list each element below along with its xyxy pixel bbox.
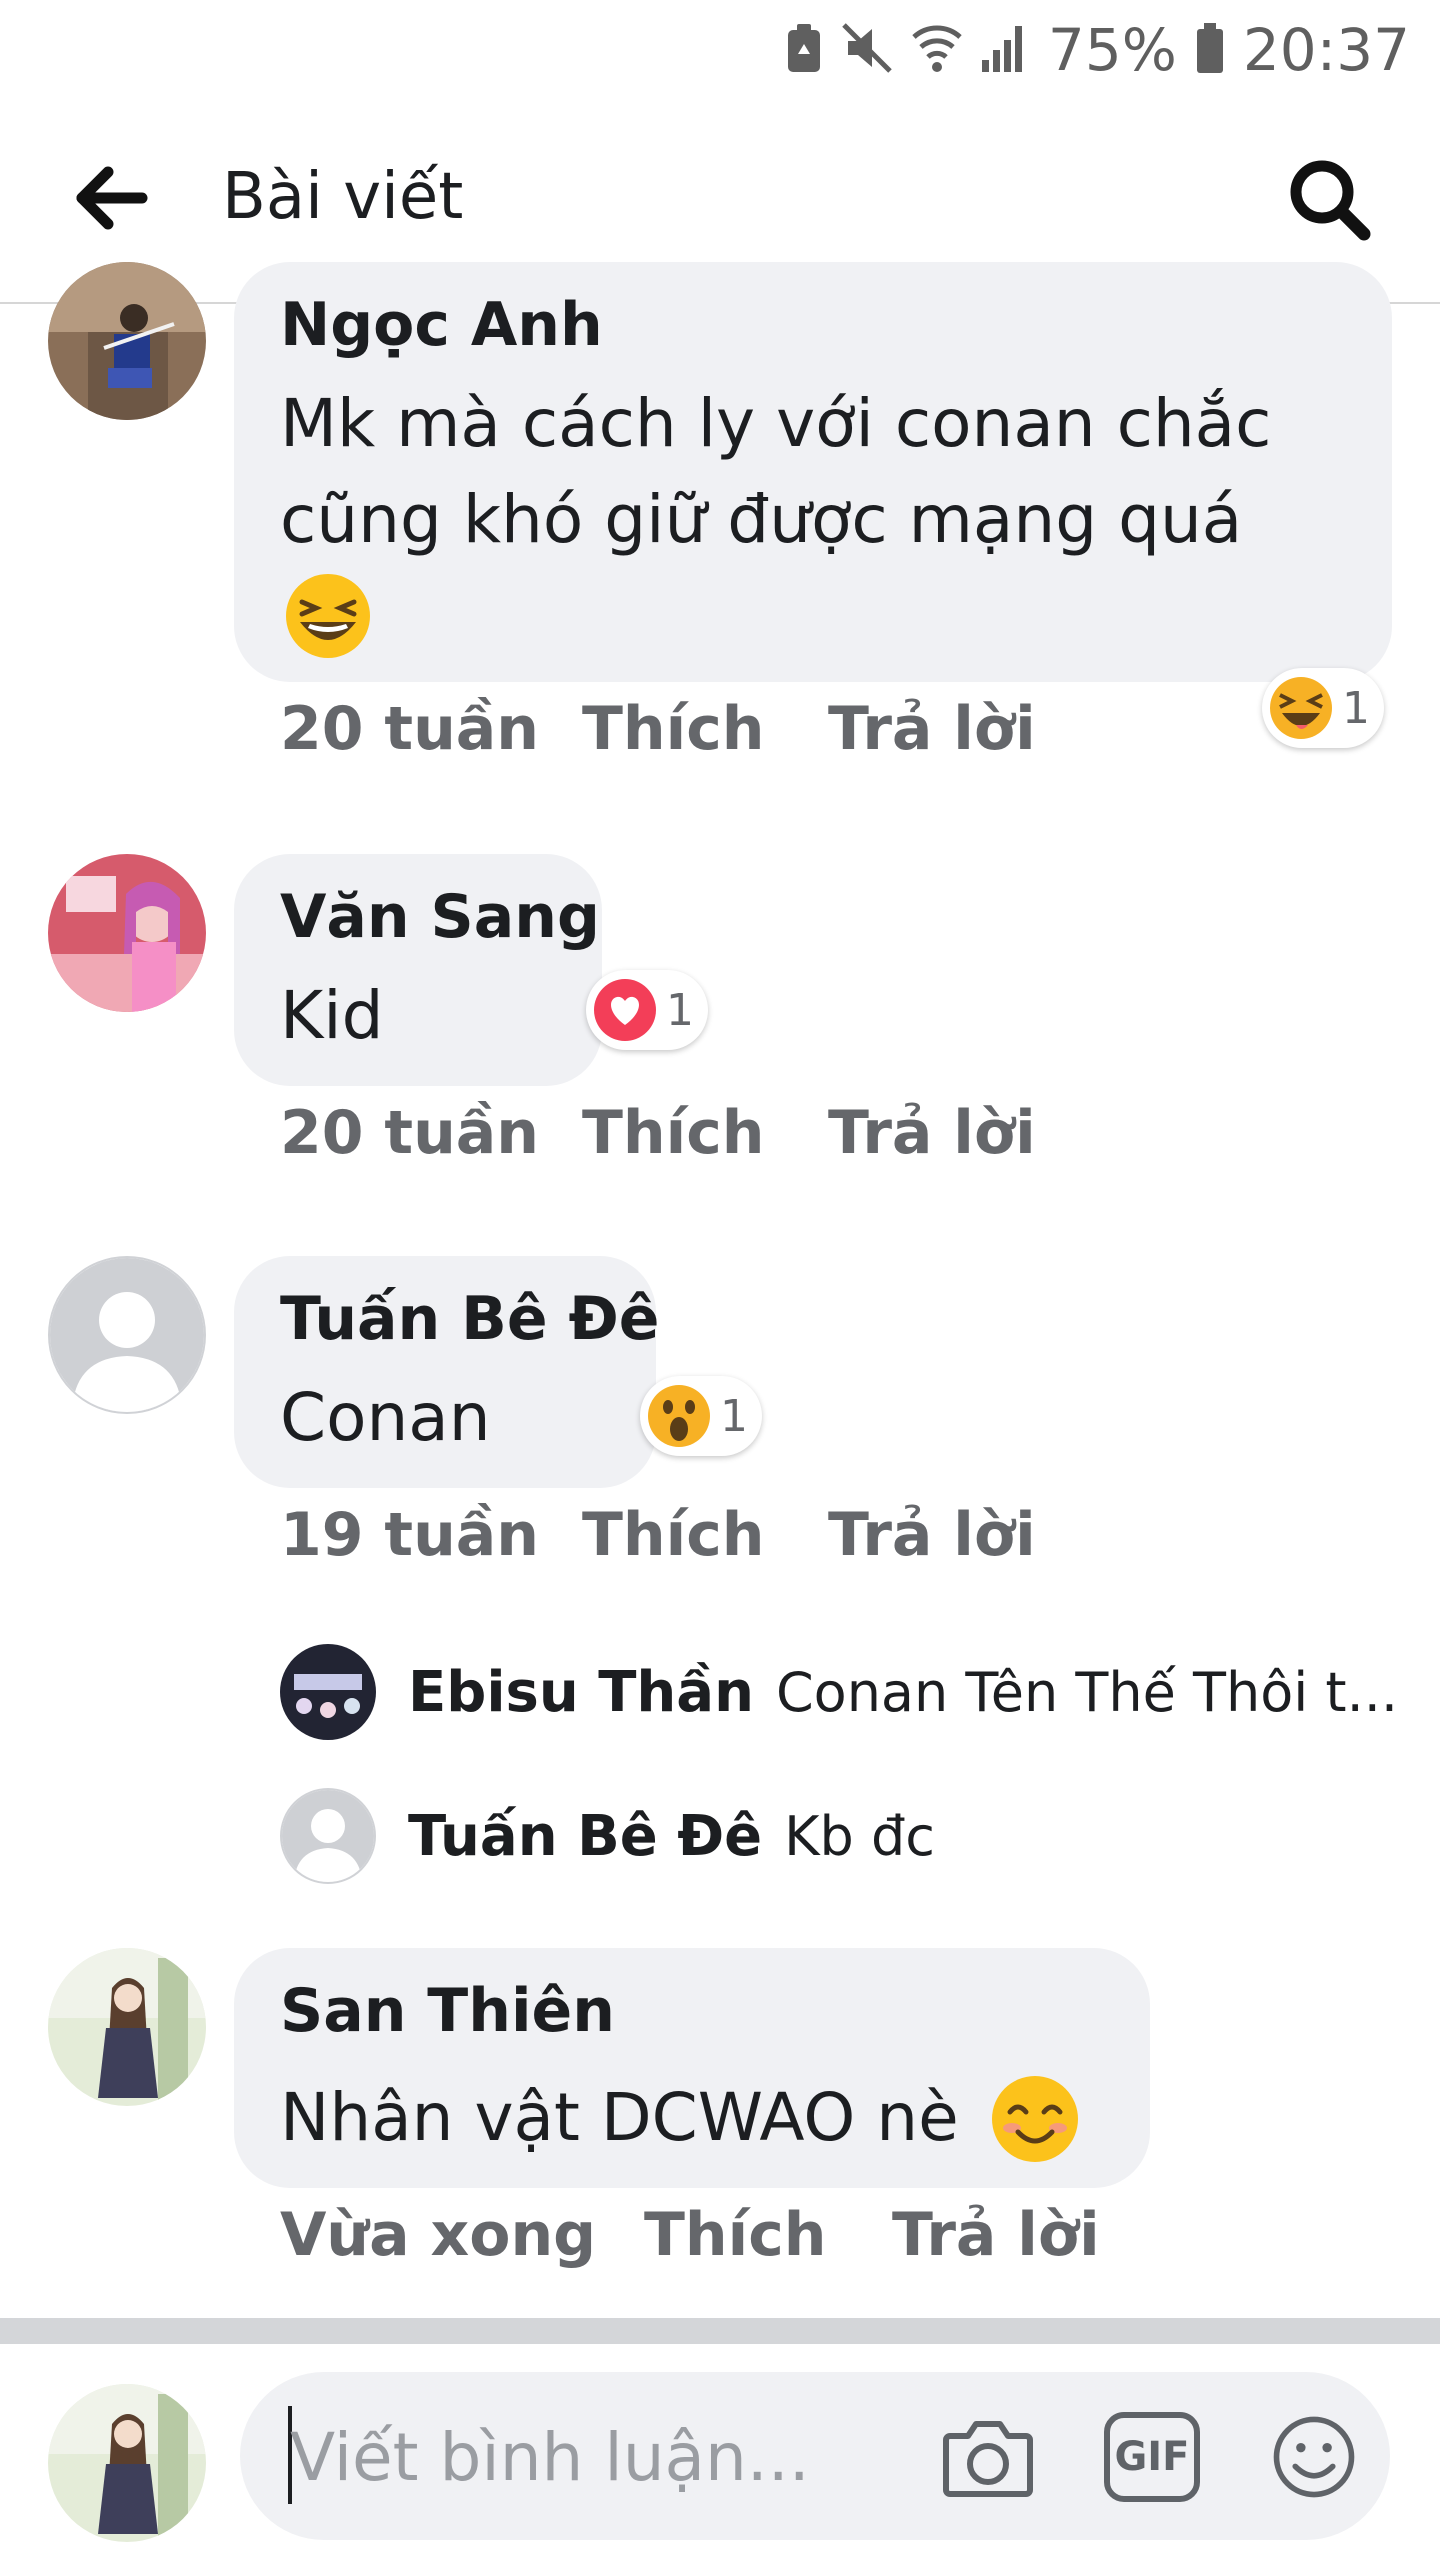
recycle-icon xyxy=(786,22,822,78)
comment-input[interactable] xyxy=(288,2402,892,2512)
comment-time: Vừa xong xyxy=(280,2200,597,2270)
reply-author[interactable]: Ebisu Thần xyxy=(408,1660,754,1725)
reply-preview[interactable]: Ebisu Thần Conan Tên Thế Thôi t... xyxy=(408,1652,1398,1732)
default-user-icon xyxy=(282,1790,374,1882)
search-icon xyxy=(1290,160,1371,241)
reply-text: Kb đc xyxy=(784,1804,935,1868)
reply-button[interactable]: Trả lời xyxy=(892,2200,1100,2270)
comment-author[interactable]: Ngọc Anh xyxy=(280,290,603,360)
reaction-count: 1 xyxy=(720,1390,748,1442)
comment-time: 19 tuần xyxy=(280,1500,539,1570)
reaction-badge[interactable]: 1 xyxy=(640,1376,762,1456)
camera-icon[interactable] xyxy=(940,2412,1036,2502)
comment-text: Nhân vật DCWAO nè xyxy=(280,2079,959,2156)
reply-avatar[interactable] xyxy=(280,1644,376,1740)
reaction-count: 1 xyxy=(666,984,694,1036)
gif-icon[interactable]: GIF xyxy=(1104,2412,1200,2502)
comment-author[interactable]: Tuấn Bê Đê xyxy=(280,1284,659,1354)
comment-author[interactable]: Văn Sang xyxy=(280,882,600,952)
comment-text-line: cũng khó giữ được mạng quá xyxy=(280,481,1243,558)
love-reaction-icon xyxy=(594,979,656,1041)
comment-composer[interactable]: GIF xyxy=(240,2372,1390,2540)
haha-reaction-icon xyxy=(1270,677,1332,739)
comment-time: 20 tuần xyxy=(280,694,539,764)
reaction-count: 1 xyxy=(1342,682,1370,734)
avatar[interactable] xyxy=(48,262,206,420)
page-title: Bài viết xyxy=(222,160,464,234)
smiling-emoji xyxy=(992,2076,1078,2162)
like-button[interactable]: Thích xyxy=(582,694,765,764)
laughing-emoji xyxy=(286,574,370,658)
composer-divider xyxy=(0,2318,1440,2344)
comment-text-line: Mk mà cách ly với conan chắc xyxy=(280,385,1272,462)
reaction-badge[interactable]: 1 xyxy=(586,970,708,1050)
reply-preview[interactable]: Tuấn Bê Đê Kb đc xyxy=(408,1796,935,1876)
avatar[interactable] xyxy=(48,1256,206,1414)
like-button[interactable]: Thích xyxy=(582,1098,765,1168)
reply-author[interactable]: Tuấn Bê Đê xyxy=(408,1804,762,1869)
battery-icon xyxy=(1195,21,1225,79)
composer-avatar xyxy=(48,2384,206,2542)
reaction-badge[interactable]: 1 xyxy=(1262,668,1384,748)
emoji-icon[interactable] xyxy=(1266,2412,1362,2502)
default-user-icon xyxy=(50,1258,204,1412)
wow-reaction-icon xyxy=(648,1385,710,1447)
gif-label: GIF xyxy=(1114,2434,1190,2480)
avatar[interactable] xyxy=(48,854,206,1012)
reply-button[interactable]: Trả lời xyxy=(828,1500,1036,1570)
comment-author[interactable]: San Thiên xyxy=(280,1976,615,2046)
clock: 20:37 xyxy=(1242,16,1410,84)
status-bar: 75% 20:37 xyxy=(0,0,1440,100)
back-button[interactable] xyxy=(70,158,160,244)
reply-button[interactable]: Trả lời xyxy=(828,1098,1036,1168)
comment-time: 20 tuần xyxy=(280,1098,539,1168)
mute-icon xyxy=(840,21,894,79)
search-button[interactable] xyxy=(1282,152,1378,248)
reply-button[interactable]: Trả lời xyxy=(828,694,1036,764)
like-button[interactable]: Thích xyxy=(644,2200,827,2270)
reply-text: Conan Tên Thế Thôi t... xyxy=(775,1660,1399,1724)
reply-avatar[interactable] xyxy=(280,1788,376,1884)
avatar[interactable] xyxy=(48,1948,206,2106)
signal-icon xyxy=(980,22,1030,78)
comment-text: Kid xyxy=(280,977,384,1054)
comment-text: Conan xyxy=(280,1379,491,1456)
wifi-icon xyxy=(912,21,962,79)
like-button[interactable]: Thích xyxy=(582,1500,765,1570)
arrow-left-icon xyxy=(76,166,148,230)
battery-percent: 75% xyxy=(1047,16,1177,84)
